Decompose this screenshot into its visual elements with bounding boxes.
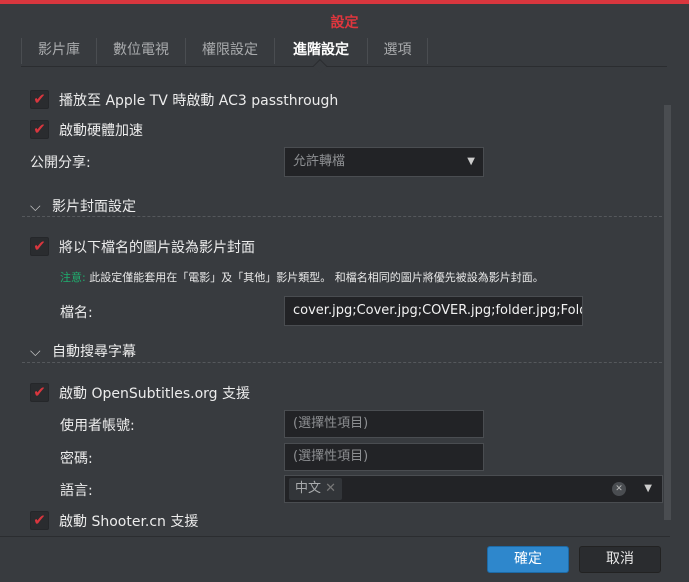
scrollbar[interactable] xyxy=(664,105,671,520)
ac3-label: 播放至 Apple TV 時啟動 AC3 passthrough xyxy=(59,93,339,109)
hw-accel-checkbox[interactable]: ✔ xyxy=(30,120,49,139)
filename-input[interactable]: cover.jpg;Cover.jpg;COVER.jpg;folder.jpg… xyxy=(284,296,583,326)
ok-button[interactable]: 確定 xyxy=(487,546,569,573)
username-input[interactable]: (選擇性項目) xyxy=(284,410,484,438)
window-top-bar xyxy=(0,0,689,4)
chevron-down-icon: ▼ xyxy=(467,156,475,167)
remove-tag-icon[interactable]: ✕ xyxy=(325,481,336,496)
cover-section-title: 影片封面設定 xyxy=(52,199,136,215)
cover-enable-checkbox[interactable]: ✔ xyxy=(30,237,49,256)
check-icon: ✔ xyxy=(33,237,46,255)
language-tag-label: 中文 xyxy=(295,481,322,496)
check-icon: ✔ xyxy=(33,383,46,401)
public-share-label: 公開分享: xyxy=(30,155,91,171)
section-divider xyxy=(22,362,667,363)
password-label: 密碼: xyxy=(60,451,93,467)
cover-enable-label: 將以下檔名的圖片設為影片封面 xyxy=(59,240,255,256)
hw-accel-label: 啟動硬體加速 xyxy=(59,123,143,139)
tab-divider xyxy=(21,66,667,67)
note-text: 此設定僅能套用在「電影」及「其他」影片類型。 和檔名相同的圖片將優先被設為影片封… xyxy=(89,271,544,284)
filename-label: 檔名: xyxy=(60,305,93,321)
subtitle-section-title: 自動搜尋字幕 xyxy=(52,344,136,360)
chevron-down-icon: ⌵ xyxy=(30,344,41,360)
cover-note: 注意: 此設定僅能套用在「電影」及「其他」影片類型。 和檔名相同的圖片將優先被設… xyxy=(60,269,544,285)
clear-icon[interactable]: ✕ xyxy=(612,482,626,496)
check-icon: ✔ xyxy=(33,120,46,138)
language-tag: 中文 ✕ xyxy=(289,478,343,500)
dialog-title: 設定 xyxy=(330,15,359,31)
tab-dtv[interactable]: 數位電視 xyxy=(96,38,185,64)
section-divider xyxy=(22,216,667,217)
cancel-button[interactable]: 取消 xyxy=(579,546,661,573)
opensubtitles-label: 啟動 OpenSubtitles.org 支援 xyxy=(59,386,251,402)
username-label: 使用者帳號: xyxy=(60,418,135,434)
shooter-checkbox[interactable]: ✔ xyxy=(30,511,49,530)
cover-section-header[interactable]: ⌵ 影片封面設定 xyxy=(30,196,136,216)
public-share-value: 允許轉檔 xyxy=(293,154,346,169)
tab-options[interactable]: 選項 xyxy=(367,38,428,64)
language-select[interactable]: 中文 ✕ ✕ ▼ xyxy=(284,475,663,503)
chevron-down-icon: ⌵ xyxy=(30,199,41,215)
check-icon: ✔ xyxy=(33,90,46,108)
public-share-select[interactable]: 允許轉檔 ▼ xyxy=(284,147,484,177)
password-input[interactable]: (選擇性項目) xyxy=(284,443,484,471)
check-icon: ✔ xyxy=(33,511,46,529)
subtitle-section-header[interactable]: ⌵ 自動搜尋字幕 xyxy=(30,341,136,361)
tab-privileges[interactable]: 權限設定 xyxy=(185,38,274,64)
note-prefix: 注意: xyxy=(60,271,86,284)
opensubtitles-checkbox[interactable]: ✔ xyxy=(30,383,49,402)
tab-library[interactable]: 影片庫 xyxy=(21,38,96,64)
footer-divider xyxy=(0,536,670,537)
chevron-down-icon[interactable]: ▼ xyxy=(644,476,652,502)
ac3-checkbox[interactable]: ✔ xyxy=(30,90,49,109)
shooter-label: 啟動 Shooter.cn 支援 xyxy=(59,514,199,530)
language-label: 語言: xyxy=(60,483,93,499)
